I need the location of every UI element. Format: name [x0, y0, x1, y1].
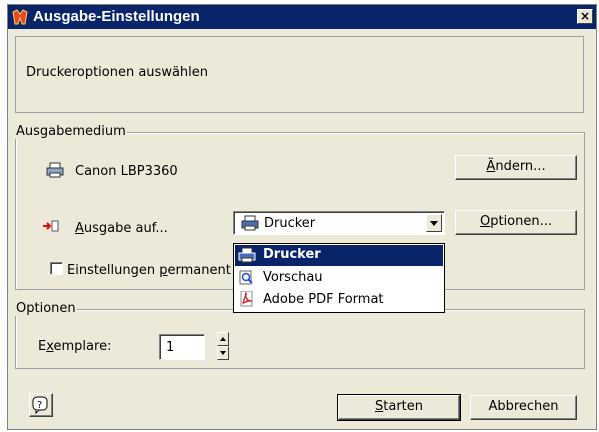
stepper-up-button[interactable] — [217, 332, 229, 346]
help-icon: ? — [32, 396, 48, 414]
dropdown-item-label: Drucker — [263, 247, 321, 262]
chevron-down-icon — [220, 351, 226, 355]
output-settings-dialog: Ausgabe-Einstellungen × Druckeroptionen … — [7, 4, 597, 430]
persist-accel: p — [159, 263, 168, 278]
info-banner: Druckeroptionen auswählen — [15, 36, 584, 113]
combo-value: Drucker — [264, 216, 316, 231]
options-legend: Optionen — [15, 301, 77, 316]
printer-icon — [241, 215, 259, 231]
dropdown-item-drucker[interactable]: Drucker — [235, 245, 443, 266]
copies-rest: emplare: — [53, 339, 112, 354]
change-label: ndern... — [495, 159, 546, 174]
copies-pre: E — [38, 339, 47, 354]
stepper-down-button[interactable] — [217, 346, 229, 360]
copies-stepper[interactable] — [217, 332, 229, 360]
app-icon — [12, 9, 28, 25]
copies-input[interactable]: 1 — [159, 334, 205, 360]
output-to-label: Ausgabe auf... — [75, 221, 168, 236]
close-button[interactable]: × — [577, 9, 593, 24]
pdf-icon — [240, 291, 253, 307]
persist-rest: ermanent — [167, 263, 231, 278]
printer-icon — [46, 162, 64, 178]
dropdown-item-pdf[interactable]: Adobe PDF Format — [235, 290, 443, 311]
change-accel: Ä — [486, 159, 496, 174]
copies-value: 1 — [166, 340, 175, 355]
window-title: Ausgabe-Einstellungen — [33, 8, 200, 25]
output-to-accel: A — [75, 221, 84, 236]
printer-name: Canon LBP3360 — [75, 164, 178, 179]
output-arrow-icon — [43, 220, 59, 232]
cancel-button[interactable]: Abbrechen — [470, 395, 577, 420]
svg-text:?: ? — [37, 400, 42, 411]
options-button[interactable]: Optionen... — [455, 210, 577, 235]
change-button[interactable]: Ändern... — [455, 155, 577, 180]
help-button[interactable]: ? — [29, 393, 53, 417]
persist-pre: Einstellungen — [67, 263, 160, 278]
combo-dropdown-button[interactable] — [426, 214, 442, 232]
dropdown-item-vorschau[interactable]: Vorschau — [235, 268, 443, 289]
output-medium-legend: Ausgabemedium — [15, 124, 127, 139]
start-button[interactable]: Starten — [337, 394, 461, 421]
chevron-up-icon — [220, 337, 226, 341]
output-target-combobox[interactable]: Drucker — [233, 211, 445, 235]
printer-icon — [238, 247, 256, 263]
start-label: tarten — [383, 399, 423, 414]
persist-settings-checkbox[interactable] — [50, 262, 63, 275]
copies-label: Exemplare: — [38, 339, 111, 354]
copies-accel: x — [46, 339, 54, 354]
persist-settings-label: Einstellungen permanent — [67, 263, 231, 278]
options-label: ptionen... — [490, 214, 553, 229]
dropdown-item-label: Vorschau — [263, 270, 323, 285]
output-target-dropdown: Drucker Vorschau Adobe PDF Format — [233, 243, 445, 313]
output-to-text: usgabe auf... — [83, 221, 168, 236]
chevron-down-icon — [430, 221, 438, 226]
dropdown-item-label: Adobe PDF Format — [263, 292, 384, 307]
banner-text: Druckeroptionen auswählen — [26, 65, 209, 80]
title-bar[interactable]: Ausgabe-Einstellungen × — [8, 5, 596, 29]
start-accel: S — [374, 399, 384, 414]
options-accel: O — [479, 214, 491, 229]
preview-magnifier-icon — [239, 270, 253, 285]
